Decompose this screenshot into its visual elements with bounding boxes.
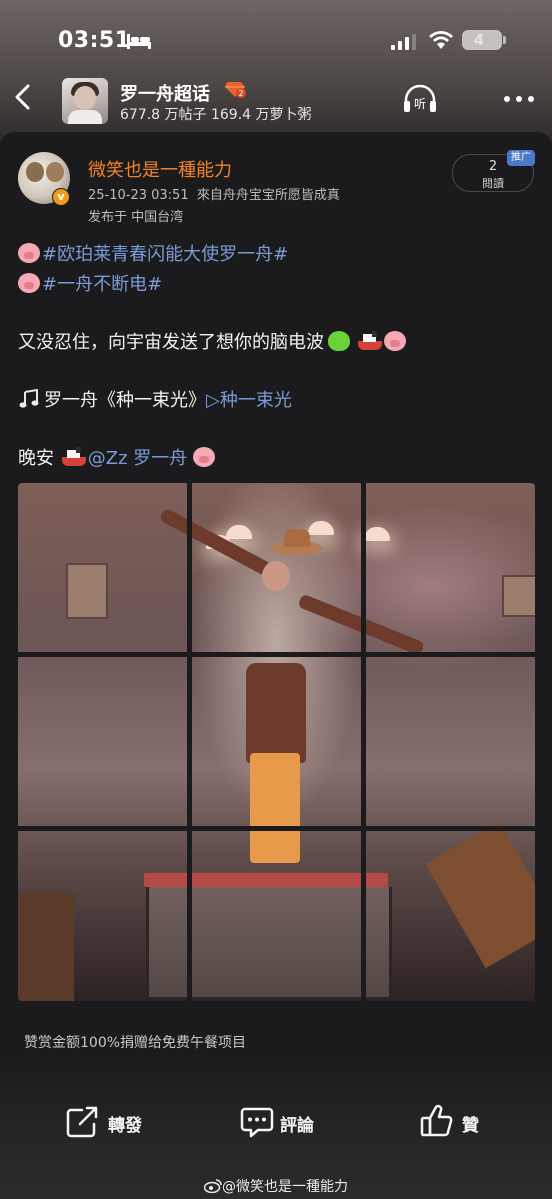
level-number: 2 [238, 89, 243, 98]
status-bar: 03:51 4 [0, 22, 552, 62]
grid-divider [18, 652, 535, 657]
reward-notice: 赞赏金额100%捐赠给免费午餐项目 [24, 1035, 247, 1051]
post-card: v 微笑也是一種能力 25-10-23 03:51 來自舟舟宝宝所愿皆成真 发布… [0, 132, 552, 1092]
more-options-icon[interactable] [504, 96, 534, 102]
topic-stats: 677.8 万帖子 169.4 万萝卜粥 [120, 107, 312, 123]
post-text: 又没忍住，向宇宙发送了想你的脑电波 [18, 332, 324, 353]
ship-emoji-icon [61, 447, 86, 467]
stage-table-base [146, 887, 392, 997]
comment-label: 評論 [280, 1116, 314, 1136]
grid-divider [187, 483, 192, 1001]
post-line-hashtag2: #一舟不断电# [18, 270, 162, 296]
crate-right [425, 821, 535, 969]
read-label: 閱讀 [482, 177, 504, 190]
back-arrow-icon[interactable] [10, 82, 36, 112]
battery-level: 4 [473, 31, 485, 49]
like-button[interactable]: 贊 [420, 1100, 490, 1146]
post-line-text: 又没忍住，向宇宙发送了想你的脑电波 [18, 328, 408, 354]
sleep-focus-icon [127, 34, 151, 49]
promote-tag[interactable]: 推广 [507, 150, 535, 166]
post-line-goodnight: 晚安 @Zz 罗一舟 [18, 444, 217, 470]
post-datetime: 25-10-23 03:51 [88, 188, 189, 203]
pig-emoji-icon [18, 243, 40, 263]
stage-photo[interactable] [18, 483, 535, 1001]
status-time: 03:51 [58, 28, 131, 53]
lamp-shape [226, 525, 252, 539]
repost-button[interactable]: 轉發 [66, 1100, 156, 1146]
performer-jacket [246, 663, 306, 763]
music-note-icon [19, 389, 39, 408]
song-link[interactable]: ▷种一束光 [206, 390, 292, 411]
post-line-hashtag1: #欧珀莱青春闪能大使罗一舟# [18, 240, 288, 266]
repost-icon [66, 1106, 98, 1138]
cowboy-hat-crown [284, 529, 310, 547]
wifi-icon [429, 31, 453, 49]
battery-icon: 4 [462, 30, 502, 50]
wall-poster [502, 575, 535, 617]
performer-head [262, 561, 290, 591]
crate-left [18, 893, 74, 1001]
hashtag-link[interactable]: #一舟不断电# [42, 274, 162, 295]
comment-button[interactable]: 評論 [240, 1100, 340, 1146]
performer-arm [158, 507, 272, 577]
post-line-song: 罗一舟《种一束光》▷种一束光 [18, 386, 292, 412]
performer-trousers [250, 753, 300, 863]
topic-avatar[interactable] [62, 78, 108, 124]
pig-emoji-icon [383, 331, 406, 351]
photo-grid[interactable] [18, 483, 535, 1001]
green-heart-emoji-icon [328, 331, 350, 351]
like-label: 贊 [462, 1116, 479, 1136]
grid-divider [18, 826, 535, 831]
lamp-shape [308, 521, 334, 535]
weibo-logo-icon [203, 1179, 222, 1194]
listen-headphones-icon[interactable]: 听 [402, 84, 438, 114]
action-bar: 轉發 評論 贊 [0, 1100, 552, 1148]
goodnight-text: 晚安 [18, 448, 54, 469]
weibo-watermark: @微笑也是一種能力 [0, 1176, 552, 1196]
ship-emoji-icon [357, 331, 382, 351]
song-text: 罗一舟《种一束光》 [44, 390, 206, 411]
stage-table [144, 873, 388, 887]
watermark-text: @微笑也是一種能力 [222, 1179, 348, 1195]
comment-icon [240, 1107, 274, 1138]
post-source: 來自舟舟宝宝所愿皆成真 [196, 188, 340, 203]
topic-title[interactable]: 罗一舟超话 [120, 80, 210, 106]
battery-tip [503, 36, 506, 44]
listen-label: 听 [414, 97, 426, 111]
thumbs-up-icon [420, 1104, 453, 1137]
topic-header: 罗一舟超话 2 677.8 万帖子 169.4 万萝卜粥 听 [0, 72, 552, 128]
pig-emoji-icon [192, 447, 215, 467]
author-name[interactable]: 微笑也是一種能力 [88, 156, 232, 182]
verified-badge: v [52, 188, 70, 206]
grid-divider [361, 483, 366, 1001]
post-location: 发布于 中国台湾 [88, 210, 184, 225]
level-gem-icon: 2 [225, 82, 246, 98]
post-meta: 25-10-23 03:51 來自舟舟宝宝所愿皆成真 [88, 184, 340, 203]
repost-label: 轉發 [108, 1116, 142, 1136]
wall-poster [66, 563, 108, 619]
pig-emoji-icon [18, 273, 40, 293]
cellular-signal-icon [391, 34, 416, 50]
lamp-shape [364, 527, 390, 541]
mention-link[interactable]: @Zz 罗一舟 [88, 448, 188, 469]
hashtag-link[interactable]: #欧珀莱青春闪能大使罗一舟# [42, 244, 288, 265]
